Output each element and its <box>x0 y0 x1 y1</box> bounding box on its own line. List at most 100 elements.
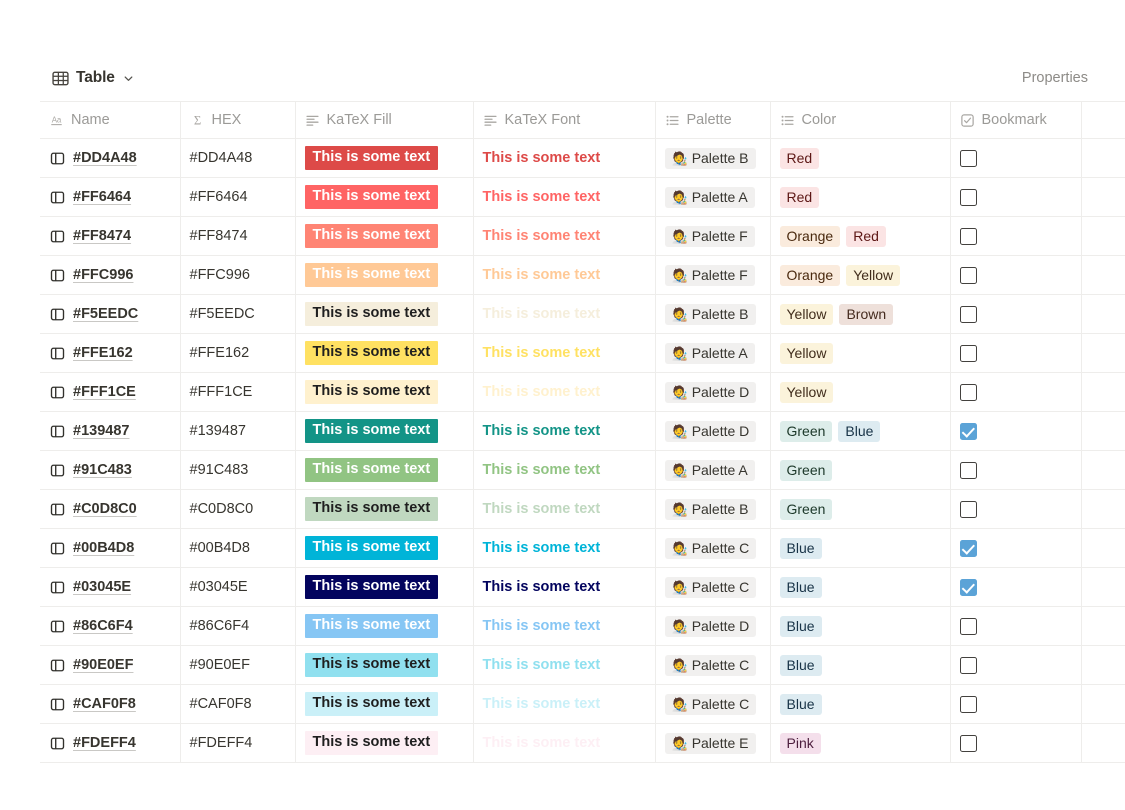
table-row[interactable]: #91C483 #91C483 This is some text This is s… <box>40 450 1125 490</box>
cell-bookmark[interactable] <box>950 606 1082 646</box>
cell-hex[interactable]: #FFF1CE <box>180 372 296 412</box>
cell-color[interactable]: Pink <box>770 723 951 763</box>
page-title-link[interactable]: #FFF1CE <box>73 384 136 400</box>
page-title-link[interactable]: #FF6464 <box>73 189 131 205</box>
bookmark-checkbox[interactable] <box>959 383 977 401</box>
cell-katex-font[interactable]: This is some text <box>473 138 656 178</box>
cell-name[interactable]: #C0D8C0 <box>40 489 181 529</box>
cell-palette[interactable]: 🧑‍🎨 Palette A <box>655 177 771 217</box>
cell-katex-font[interactable]: This is some text <box>473 177 656 217</box>
cell-palette[interactable]: 🧑‍🎨 Palette E <box>655 723 771 763</box>
bookmark-checkbox[interactable] <box>959 305 977 323</box>
table-row[interactable]: #C0D8C0 #C0D8C0 This is some text This is s… <box>40 489 1125 529</box>
cell-katex-fill[interactable]: This is some text <box>295 216 474 256</box>
cell-color[interactable]: Blue <box>770 567 951 607</box>
cell-hex[interactable]: #139487 <box>180 411 296 451</box>
cell-palette[interactable]: 🧑‍🎨 Palette D <box>655 411 771 451</box>
cell-bookmark[interactable] <box>950 528 1082 568</box>
bookmark-checkbox[interactable] <box>959 695 977 713</box>
cell-hex[interactable]: #F5EEDC <box>180 294 296 334</box>
cell-bookmark[interactable] <box>950 294 1082 334</box>
cell-color[interactable]: Orange Yellow <box>770 255 951 295</box>
cell-katex-font[interactable]: This is some text <box>473 567 656 607</box>
cell-hex[interactable]: #90E0EF <box>180 645 296 685</box>
table-row[interactable]: #DD4A48 #DD4A48 This is some text This is s… <box>40 138 1125 178</box>
cell-palette[interactable]: 🧑‍🎨 Palette A <box>655 450 771 490</box>
page-title-link[interactable]: #90E0EF <box>73 657 133 673</box>
cell-katex-fill[interactable]: This is some text <box>295 372 474 412</box>
page-title-link[interactable]: #FFE162 <box>73 345 133 361</box>
bookmark-checkbox[interactable] <box>959 578 977 596</box>
cell-hex[interactable]: #DD4A48 <box>180 138 296 178</box>
column-header-name[interactable]: Aa Name <box>40 101 181 139</box>
cell-katex-font[interactable]: This is some text <box>473 294 656 334</box>
cell-hex[interactable]: #91C483 <box>180 450 296 490</box>
cell-palette[interactable]: 🧑‍🎨 Palette F <box>655 255 771 295</box>
cell-katex-fill[interactable]: This is some text <box>295 294 474 334</box>
bookmark-checkbox[interactable] <box>959 734 977 752</box>
cell-hex[interactable]: #FF6464 <box>180 177 296 217</box>
cell-katex-fill[interactable]: This is some text <box>295 723 474 763</box>
cell-katex-font[interactable]: This is some text <box>473 489 656 529</box>
cell-name[interactable]: #DD4A48 <box>40 138 181 178</box>
cell-bookmark[interactable] <box>950 255 1082 295</box>
cell-palette[interactable]: 🧑‍🎨 Palette D <box>655 606 771 646</box>
cell-katex-fill[interactable]: This is some text <box>295 606 474 646</box>
cell-katex-fill[interactable]: This is some text <box>295 255 474 295</box>
cell-color[interactable]: Yellow <box>770 372 951 412</box>
cell-katex-fill[interactable]: This is some text <box>295 684 474 724</box>
page-title-link[interactable]: #FFC996 <box>73 267 133 283</box>
cell-palette[interactable]: 🧑‍🎨 Palette C <box>655 528 771 568</box>
cell-katex-font[interactable]: This is some text <box>473 216 656 256</box>
cell-color[interactable]: Blue <box>770 528 951 568</box>
cell-name[interactable]: #FDEFF4 <box>40 723 181 763</box>
cell-name[interactable]: #FFC996 <box>40 255 181 295</box>
column-header-palette[interactable]: Palette <box>655 101 771 139</box>
cell-bookmark[interactable] <box>950 177 1082 217</box>
cell-color[interactable]: Blue <box>770 606 951 646</box>
cell-katex-fill[interactable]: This is some text <box>295 645 474 685</box>
cell-color[interactable]: Red <box>770 138 951 178</box>
cell-bookmark[interactable] <box>950 645 1082 685</box>
page-title-link[interactable]: #139487 <box>73 423 129 439</box>
cell-katex-font[interactable]: This is some text <box>473 684 656 724</box>
cell-katex-fill[interactable]: This is some text <box>295 138 474 178</box>
cell-katex-font[interactable]: This is some text <box>473 411 656 451</box>
chevron-down-icon[interactable] <box>123 73 134 84</box>
cell-name[interactable]: #FFE162 <box>40 333 181 373</box>
cell-bookmark[interactable] <box>950 372 1082 412</box>
page-title-link[interactable]: #FF8474 <box>73 228 131 244</box>
cell-katex-fill[interactable]: This is some text <box>295 177 474 217</box>
cell-palette[interactable]: 🧑‍🎨 Palette A <box>655 333 771 373</box>
table-row[interactable]: #CAF0F8 #CAF0F8 This is some text This is s… <box>40 684 1125 724</box>
table-scroll-container[interactable]: Aa Name Σ HEX KaTeX Fill KaTeX Font Palette Col… <box>40 101 1125 763</box>
cell-katex-font[interactable]: This is some text <box>473 606 656 646</box>
page-title-link[interactable]: #CAF0F8 <box>73 696 136 712</box>
bookmark-checkbox[interactable] <box>959 149 977 167</box>
cell-color[interactable]: Red <box>770 177 951 217</box>
table-row[interactable]: #FDEFF4 #FDEFF4 This is some text This is s… <box>40 723 1125 763</box>
cell-katex-font[interactable]: This is some text <box>473 255 656 295</box>
cell-katex-font[interactable]: This is some text <box>473 372 656 412</box>
page-title-link[interactable]: #FDEFF4 <box>73 735 136 751</box>
page-title-link[interactable]: #86C6F4 <box>73 618 133 634</box>
cell-hex[interactable]: #FF8474 <box>180 216 296 256</box>
cell-bookmark[interactable] <box>950 333 1082 373</box>
table-row[interactable]: #03045E #03045E This is some text This is s… <box>40 567 1125 607</box>
cell-name[interactable]: #CAF0F8 <box>40 684 181 724</box>
cell-palette[interactable]: 🧑‍🎨 Palette C <box>655 684 771 724</box>
cell-color[interactable]: Green Blue <box>770 411 951 451</box>
cell-katex-font[interactable]: This is some text <box>473 333 656 373</box>
cell-palette[interactable]: 🧑‍🎨 Palette C <box>655 567 771 607</box>
cell-palette[interactable]: 🧑‍🎨 Palette C <box>655 645 771 685</box>
cell-name[interactable]: #FFF1CE <box>40 372 181 412</box>
bookmark-checkbox[interactable] <box>959 617 977 635</box>
cell-bookmark[interactable] <box>950 489 1082 529</box>
view-tab-table[interactable]: Table <box>48 67 138 89</box>
cell-name[interactable]: #F5EEDC <box>40 294 181 334</box>
cell-name[interactable]: #86C6F4 <box>40 606 181 646</box>
cell-hex[interactable]: #CAF0F8 <box>180 684 296 724</box>
cell-color[interactable]: Yellow <box>770 333 951 373</box>
page-title-link[interactable]: #00B4D8 <box>73 540 134 556</box>
cell-name[interactable]: #00B4D8 <box>40 528 181 568</box>
